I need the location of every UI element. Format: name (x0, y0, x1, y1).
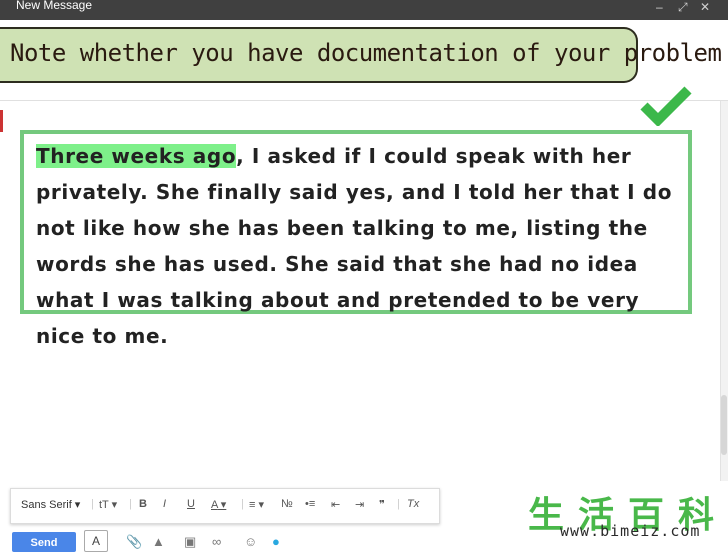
divider: | (129, 498, 132, 510)
indent-less-icon[interactable]: ⇤ (331, 498, 340, 511)
message-body: Three weeks ago, I asked if I could spea… (24, 134, 688, 354)
attach-icon[interactable]: 📎 (126, 534, 142, 550)
caption-banner: Note whether you have documentation of y… (0, 27, 722, 83)
underline-button[interactable]: U (187, 498, 195, 510)
align-icon[interactable]: ≡ ▾ (249, 498, 264, 511)
clear-formatting-icon[interactable]: Tx (407, 498, 419, 510)
bulleted-list-icon[interactable]: •≡ (305, 498, 315, 510)
expand-icon[interactable]: ⤢ (678, 0, 688, 15)
emoji-icon[interactable]: ☺ (244, 534, 257, 549)
divider: | (91, 498, 94, 510)
send-button[interactable]: Send (12, 532, 76, 552)
numbered-list-icon[interactable]: № (281, 498, 293, 510)
font-size-select[interactable]: tT ▾ (99, 498, 117, 511)
header-divider (0, 100, 728, 101)
minimize-icon[interactable]: – (656, 0, 663, 14)
scrollbar-thumb[interactable] (721, 395, 727, 455)
watermark: 生活百科 www.bimeiz.com (528, 486, 728, 546)
compose-title-bar: New Message – ⤢ ✕ (0, 0, 728, 20)
font-family-select[interactable]: Sans Serif ▾ (21, 498, 80, 511)
formatting-toolbar: Sans Serif ▾ | tT ▾ | B I U A ▾ | ≡ ▾ № … (10, 488, 440, 524)
skype-icon[interactable]: ● (272, 534, 280, 549)
message-body-box[interactable]: Three weeks ago, I asked if I could spea… (20, 130, 692, 348)
drive-icon[interactable]: ▲ (152, 534, 165, 549)
photo-icon[interactable]: ▣ (184, 534, 196, 550)
close-icon[interactable]: ✕ (700, 0, 710, 14)
divider: | (397, 498, 400, 510)
divider: | (241, 498, 244, 510)
message-text: , I asked if I could speak with her priv… (36, 144, 673, 348)
formatting-options-button[interactable]: A (84, 530, 108, 552)
quote-icon[interactable]: ❞ (379, 498, 385, 511)
text-color-button[interactable]: A ▾ (211, 498, 226, 511)
checkmark-icon (640, 86, 692, 126)
window-title: New Message (16, 0, 93, 12)
italic-button[interactable]: I (163, 498, 166, 510)
side-marker (0, 110, 3, 132)
highlighted-phrase: Three weeks ago (36, 144, 237, 168)
bold-button[interactable]: B (139, 498, 147, 510)
caption-text: Note whether you have documentation of y… (10, 39, 722, 67)
link-icon[interactable]: ∞ (212, 534, 221, 549)
watermark-url: www.bimeiz.com (560, 522, 701, 540)
indent-more-icon[interactable]: ⇥ (355, 498, 364, 511)
